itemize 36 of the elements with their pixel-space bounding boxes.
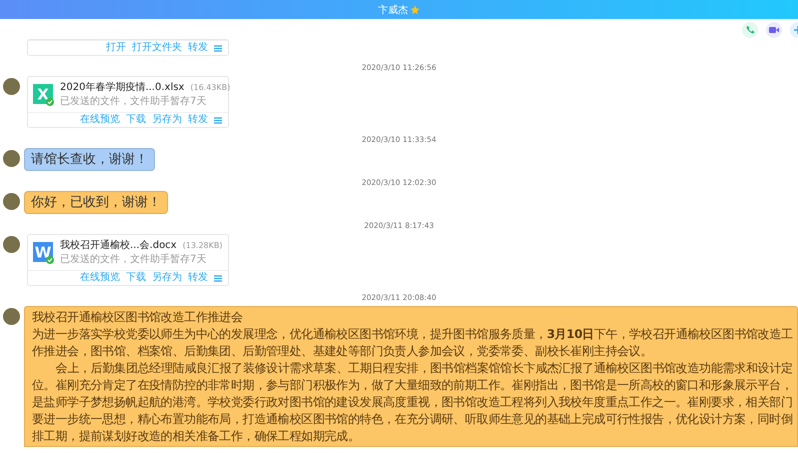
message-bubble: 请馆长查收，谢谢！ [24,148,155,171]
message-paragraph: 为进一步落实学校党委以师生为中心的发展理念，优化通榆校区图书馆环境，提升图书馆服务质量，3月10日下午，学校召开通榆校区图书馆改造工作推进会，图书馆、档案馆、后勤集团、后勤管理处、基建处等部门负责人参加会议，党委常委、副校长崔刚主持会议。 [32,326,793,360]
file-action-link[interactable]: 打开文件夹 [132,42,182,54]
file-action-link[interactable]: 下载 [126,272,146,284]
file-size: (16.43KB) [190,83,230,92]
file-size: (13.28KB) [182,241,222,250]
file-status: 已发送的文件，文件助手暂存7天 [60,254,208,266]
video-call-button[interactable] [766,22,782,38]
avatar[interactable] [3,193,20,210]
message-paragraph: 会上，后勤集团总经理陆咸良汇报了装修设计需求草案、工期日程安排，图书馆档案馆馆长卞咸杰汇报了通榆校区图书馆改造功能需求和设计定位。崔刚充分肯定了在疫情防控的非常时期，参与部门积极作为，做了大量细致的前期工作。崔刚指出，图书馆是一所高校的窗口和形象展示平台，是盐师学子梦想扬帆起航的港湾。学校党委行政对图书馆的建设发展高度重视，图书馆改造工程将列入我校年度重点工作之一。崔刚要求，相关部门要进一步统一思想，精心布置功能布局，打造通榆校区图书馆的特色，在充分调研、听取师生意见的基础上完成可行性报告，优化设计方案，同时倒排工期，提前谋划好改造的相关准备工作，确保工程如期完成。 [32,360,793,445]
file-action-link[interactable]: 转发 [188,42,208,54]
file-action-link[interactable]: 另存为 [152,272,182,284]
file-status: 已发送的文件，文件助手暂存7天 [60,96,208,108]
file-name[interactable]: 2020年春学期疫情...0.xlsx [60,82,184,94]
file-action-link[interactable]: 打开 [106,42,126,54]
phone-icon [746,25,754,34]
avatar[interactable] [3,78,20,95]
menu-icon[interactable] [214,116,222,124]
file-action-link[interactable]: 下载 [126,114,146,126]
window-title: 卞威杰 [378,4,408,16]
avatar[interactable] [3,150,20,167]
file-icon: W [33,242,55,264]
file-action-link[interactable]: 另存为 [152,114,182,126]
file-action-link[interactable]: 转发 [188,114,208,126]
file-action-link[interactable]: 在线预览 [80,114,120,126]
message-title: 我校召开通榆校区图书馆改造工作推进会 [32,309,244,326]
video-camera-icon [769,26,779,34]
file-action-link[interactable]: 转发 [188,272,208,284]
avatar[interactable] [3,236,20,253]
avatar[interactable] [3,308,20,325]
message-bubble: 你好，已收到，谢谢！ [24,191,168,214]
file-action-link[interactable]: 在线预览 [80,272,120,284]
file-name[interactable]: 我校召开通榆校...会.docx [60,240,177,252]
file-icon: X [33,84,55,106]
menu-icon[interactable] [214,274,222,282]
menu-icon[interactable] [214,44,222,52]
